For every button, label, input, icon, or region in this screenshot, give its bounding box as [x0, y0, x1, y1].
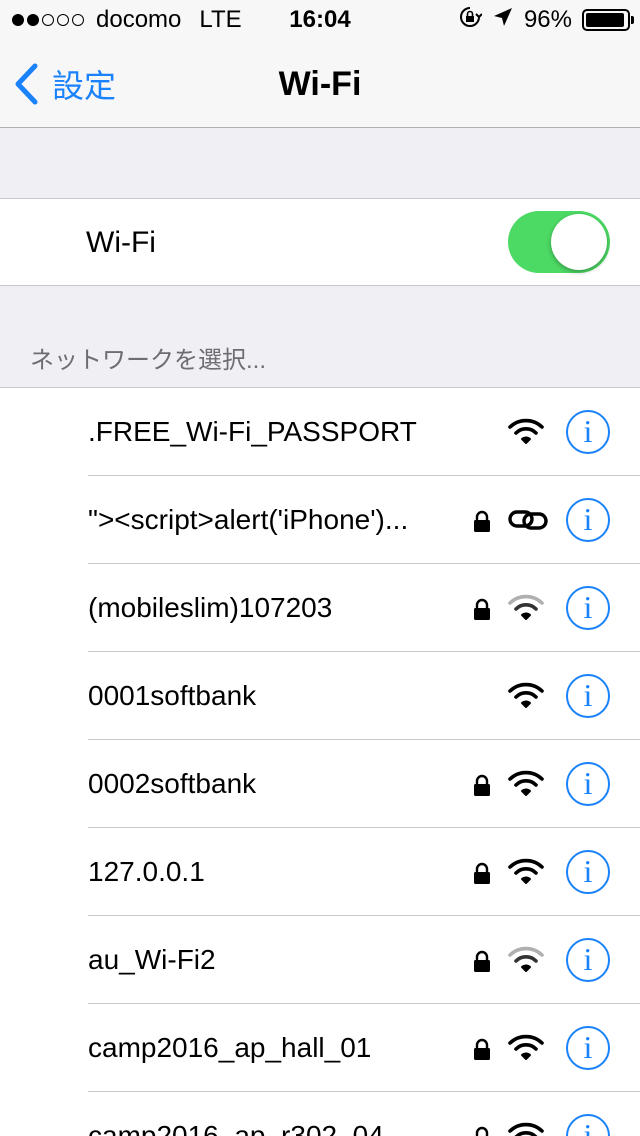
- location-arrow-icon: [492, 6, 514, 35]
- lock-icon: [472, 950, 492, 972]
- network-name: .FREE_Wi-Fi_PASSPORT: [88, 416, 417, 447]
- wifi-strong-icon: [508, 682, 544, 710]
- status-bar: docomo LTE 16:04 96%: [0, 0, 640, 40]
- info-button[interactable]: i: [566, 1114, 610, 1136]
- battery-percent: 96%: [523, 6, 572, 33]
- network-row[interactable]: .FREE_Wi-Fi_PASSPORT i: [0, 388, 640, 476]
- network-name: "><script>alert('iPhone')...: [88, 504, 409, 535]
- page-title: Wi-Fi: [278, 65, 362, 103]
- switch-knob: [551, 214, 607, 270]
- wifi-strong-icon: [508, 858, 544, 886]
- network-name: 127.0.0.1: [88, 856, 205, 887]
- wifi-strong-icon: [508, 418, 544, 446]
- info-button[interactable]: i: [566, 1026, 610, 1070]
- info-button[interactable]: i: [566, 410, 610, 454]
- wifi-strong-icon: [508, 1122, 544, 1136]
- lock-icon: [472, 774, 492, 796]
- info-button[interactable]: i: [566, 586, 610, 630]
- network-row[interactable]: camp2016_ap_r302_04 i: [0, 1092, 640, 1136]
- wifi-strong-icon: [508, 1034, 544, 1062]
- lock-icon: [472, 510, 492, 532]
- network-row[interactable]: 127.0.0.1 i: [0, 828, 640, 916]
- network-list: .FREE_Wi-Fi_PASSPORT i "><script>alert('iP…: [0, 387, 640, 1136]
- network-name: 0001softbank: [88, 680, 257, 711]
- info-button[interactable]: i: [566, 674, 610, 718]
- wifi-toggle-switch[interactable]: [508, 211, 610, 273]
- network-name: au_Wi-Fi2: [88, 944, 216, 975]
- network-row[interactable]: 0002softbank i: [0, 740, 640, 828]
- info-button[interactable]: i: [566, 850, 610, 894]
- wifi-weak-icon: [508, 594, 544, 622]
- navigation-bar: 設定 Wi-Fi: [0, 40, 640, 128]
- network-name: camp2016_ap_hall_01: [88, 1032, 372, 1063]
- network-row[interactable]: camp2016_ap_hall_01 i: [0, 1004, 640, 1092]
- lock-icon: [472, 598, 492, 620]
- personal-hotspot-link-icon: [508, 506, 548, 534]
- info-button[interactable]: i: [566, 498, 610, 542]
- lock-icon: [472, 1126, 492, 1136]
- battery-icon: [582, 9, 634, 31]
- network-row[interactable]: au_Wi-Fi2 i: [0, 916, 640, 1004]
- lock-icon: [472, 862, 492, 884]
- lock-icon: [472, 1038, 492, 1060]
- network-row[interactable]: (mobileslim)107203 i: [0, 564, 640, 652]
- wifi-strong-icon: [508, 770, 544, 798]
- info-button[interactable]: i: [566, 762, 610, 806]
- network-row[interactable]: 0001softbank i: [0, 652, 640, 740]
- wifi-toggle-label: Wi-Fi: [86, 226, 156, 259]
- section-header: ネットワークを選択...: [30, 347, 267, 374]
- network-name: (mobileslim)107203: [88, 592, 333, 623]
- wifi-weak-icon: [508, 946, 544, 974]
- rotation-lock-icon: [458, 5, 483, 36]
- network-row[interactable]: "><script>alert('iPhone')... i: [0, 476, 640, 564]
- info-button[interactable]: i: [566, 938, 610, 982]
- network-name: camp2016_ap_r302_04: [88, 1120, 384, 1136]
- network-name: 0002softbank: [88, 768, 257, 799]
- status-right: 96%: [458, 5, 634, 36]
- wifi-toggle-cell: Wi-Fi: [0, 198, 640, 286]
